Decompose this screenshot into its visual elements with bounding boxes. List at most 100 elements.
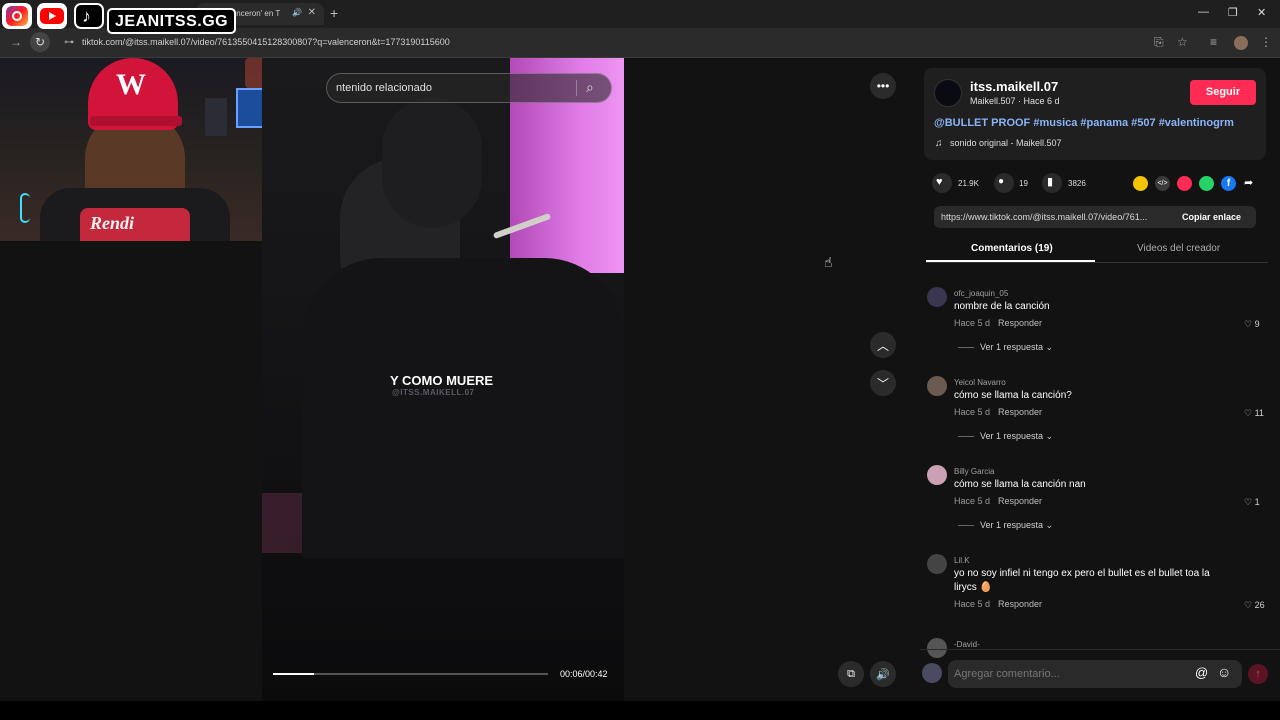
comment-avatar[interactable]	[927, 554, 947, 574]
tab-creator-videos[interactable]: Videos del creador	[1137, 243, 1220, 254]
left-background	[0, 241, 262, 701]
restore-icon[interactable]: ❐	[1228, 6, 1238, 19]
view-replies-label: Ver 1 respuesta	[980, 520, 1044, 530]
comment-text: cómo se llama la canción nan	[954, 479, 1086, 490]
replies-dash	[958, 436, 974, 438]
author-username[interactable]: itss.maikell.07	[970, 79, 1058, 94]
new-tab-button[interactable]: +	[330, 5, 338, 21]
next-video-button[interactable]: ﹀	[870, 370, 896, 396]
reply-button[interactable]: Responder	[998, 318, 1042, 328]
pip-icon: ⧉	[847, 667, 855, 680]
comment-input[interactable]	[954, 665, 1184, 683]
comment-like-count: 11	[1254, 408, 1264, 418]
view-replies-button[interactable]: Ver 1 respuesta ⌄	[958, 342, 1053, 353]
progress-track[interactable]	[273, 673, 548, 675]
reload-icon: ↻	[35, 35, 46, 49]
comment-author[interactable]: Lil.K	[954, 556, 970, 565]
active-tab-indicator	[926, 260, 1095, 262]
progress-fill	[273, 673, 315, 675]
menu-dots-icon[interactable]: ⋮	[1260, 35, 1272, 49]
comment-time: Hace 5 d	[954, 496, 991, 506]
comment-author[interactable]: Yeicol Navarro	[954, 378, 1006, 387]
video-watermark: @ITSS.MAIKELL.07	[392, 388, 475, 397]
comment-time: Hace 5 d	[954, 318, 991, 328]
minimize-icon[interactable]: —	[1198, 6, 1209, 18]
author-avatar[interactable]	[934, 79, 962, 107]
search-divider	[576, 80, 577, 96]
heart-icon: ♥	[936, 176, 943, 188]
tab-audio-icon[interactable]: 🔊	[292, 8, 302, 17]
comment-count: 19	[1019, 179, 1028, 188]
comment-author[interactable]: Billy Garcia	[954, 467, 994, 476]
url-text[interactable]: tiktok.com/@itss.maikell.07/video/761355…	[82, 37, 450, 47]
heart-outline-icon: ♡	[1244, 497, 1255, 507]
share-arrow-icon[interactable]: ➦	[1244, 176, 1253, 189]
previous-video-button[interactable]: ︿	[870, 332, 896, 358]
speaker-icon: 🔊	[876, 668, 890, 681]
reply-button[interactable]: Responder	[998, 599, 1042, 609]
tab-close-icon[interactable]: ✕	[308, 7, 316, 18]
chevron-down-icon: ⌄	[1043, 431, 1054, 441]
forward-icon[interactable]: →	[10, 35, 22, 49]
bookmark-icon: ▮	[1047, 176, 1054, 188]
comment-like-button[interactable]: ♡ 26	[1244, 600, 1265, 611]
save-count: 3826	[1068, 179, 1086, 188]
tab-search-icon[interactable]: ≡	[1210, 35, 1217, 49]
tab-comments[interactable]: Comentarios (19)	[971, 243, 1053, 254]
comment-time: Hace 5 d	[954, 407, 991, 417]
related-search-text[interactable]: ntenido relacionado	[336, 82, 432, 94]
comment-author[interactable]: -David-	[954, 640, 980, 649]
mention-icon[interactable]: @	[1195, 665, 1208, 680]
view-replies-button[interactable]: Ver 1 respuesta ⌄	[958, 520, 1053, 531]
comment-time: Hace 5 d	[954, 599, 991, 609]
bookmark-star-icon[interactable]: ☆	[1177, 35, 1188, 49]
whatsapp-icon[interactable]	[1199, 176, 1214, 191]
reply-button[interactable]: Responder	[998, 496, 1042, 506]
coin-icon[interactable]	[1133, 176, 1148, 191]
view-replies-label: Ver 1 respuesta	[980, 342, 1044, 352]
view-replies-label: Ver 1 respuesta	[980, 431, 1044, 441]
comment-avatar[interactable]	[927, 376, 947, 396]
comment-avatar[interactable]	[927, 287, 947, 307]
chevron-down-icon: ⌄	[1043, 520, 1054, 530]
emoji-icon[interactable]: ☺	[1217, 664, 1231, 680]
share-link-text[interactable]: https://www.tiktok.com/@itss.maikell.07/…	[941, 212, 1171, 222]
close-window-icon[interactable]: ✕	[1257, 6, 1266, 19]
post-comment-button[interactable]: ↑	[1248, 664, 1268, 684]
sound-name[interactable]: sonido original - Maikell.507	[950, 138, 1062, 148]
comment-like-button[interactable]: ♡ 9	[1244, 319, 1260, 330]
my-avatar	[922, 663, 942, 683]
install-icon[interactable]: ⎘	[1154, 35, 1164, 50]
comment-icon: ●	[998, 176, 1005, 187]
heart-outline-icon: ♡	[1244, 600, 1255, 610]
comment-avatar[interactable]	[927, 465, 947, 485]
volume-button[interactable]: 🔊	[870, 661, 896, 687]
tiktok-logo: ♪	[74, 3, 104, 29]
bottom-bar	[0, 701, 1280, 720]
view-replies-button[interactable]: Ver 1 respuesta ⌄	[958, 431, 1053, 442]
replies-dash	[958, 525, 974, 527]
reply-button[interactable]: Responder	[998, 407, 1042, 417]
comment-author[interactable]: ofc_joaquin_05	[954, 289, 1008, 298]
comment-like-count: 9	[1254, 319, 1260, 329]
comment-text: cómo se llama la canción?	[954, 390, 1072, 401]
send-icon[interactable]	[1177, 176, 1192, 191]
follow-button[interactable]: Seguir	[1190, 80, 1256, 105]
streamer-brand: JEANITSS.GG	[107, 8, 237, 34]
comment-like-count: 1	[1254, 497, 1260, 507]
site-info-icon[interactable]: ⊶	[64, 37, 74, 48]
comment-avatar[interactable]	[927, 638, 947, 658]
video-description[interactable]: @BULLET PROOF #musica #panama #507 #vale…	[934, 117, 1234, 129]
more-options-button[interactable]: •••	[870, 73, 896, 99]
comment-like-button[interactable]: ♡ 1	[1244, 497, 1260, 508]
profile-avatar[interactable]	[1234, 36, 1248, 50]
copy-link-button[interactable]: Copiar enlace	[1182, 212, 1241, 222]
search-icon[interactable]: ⌕	[586, 79, 594, 96]
facebook-icon[interactable]: f	[1221, 176, 1236, 191]
embed-icon[interactable]: </>	[1155, 176, 1170, 191]
comment-like-button[interactable]: ♡ 11	[1244, 408, 1264, 419]
floating-player-button[interactable]: ⧉	[838, 661, 864, 687]
comment-text: yo no soy infiel ni tengo ex pero el bul…	[954, 568, 1210, 593]
comment-text: nombre de la canción	[954, 301, 1050, 312]
author-subtitle: Maikell.507 · Hace 6 d	[970, 96, 1060, 106]
